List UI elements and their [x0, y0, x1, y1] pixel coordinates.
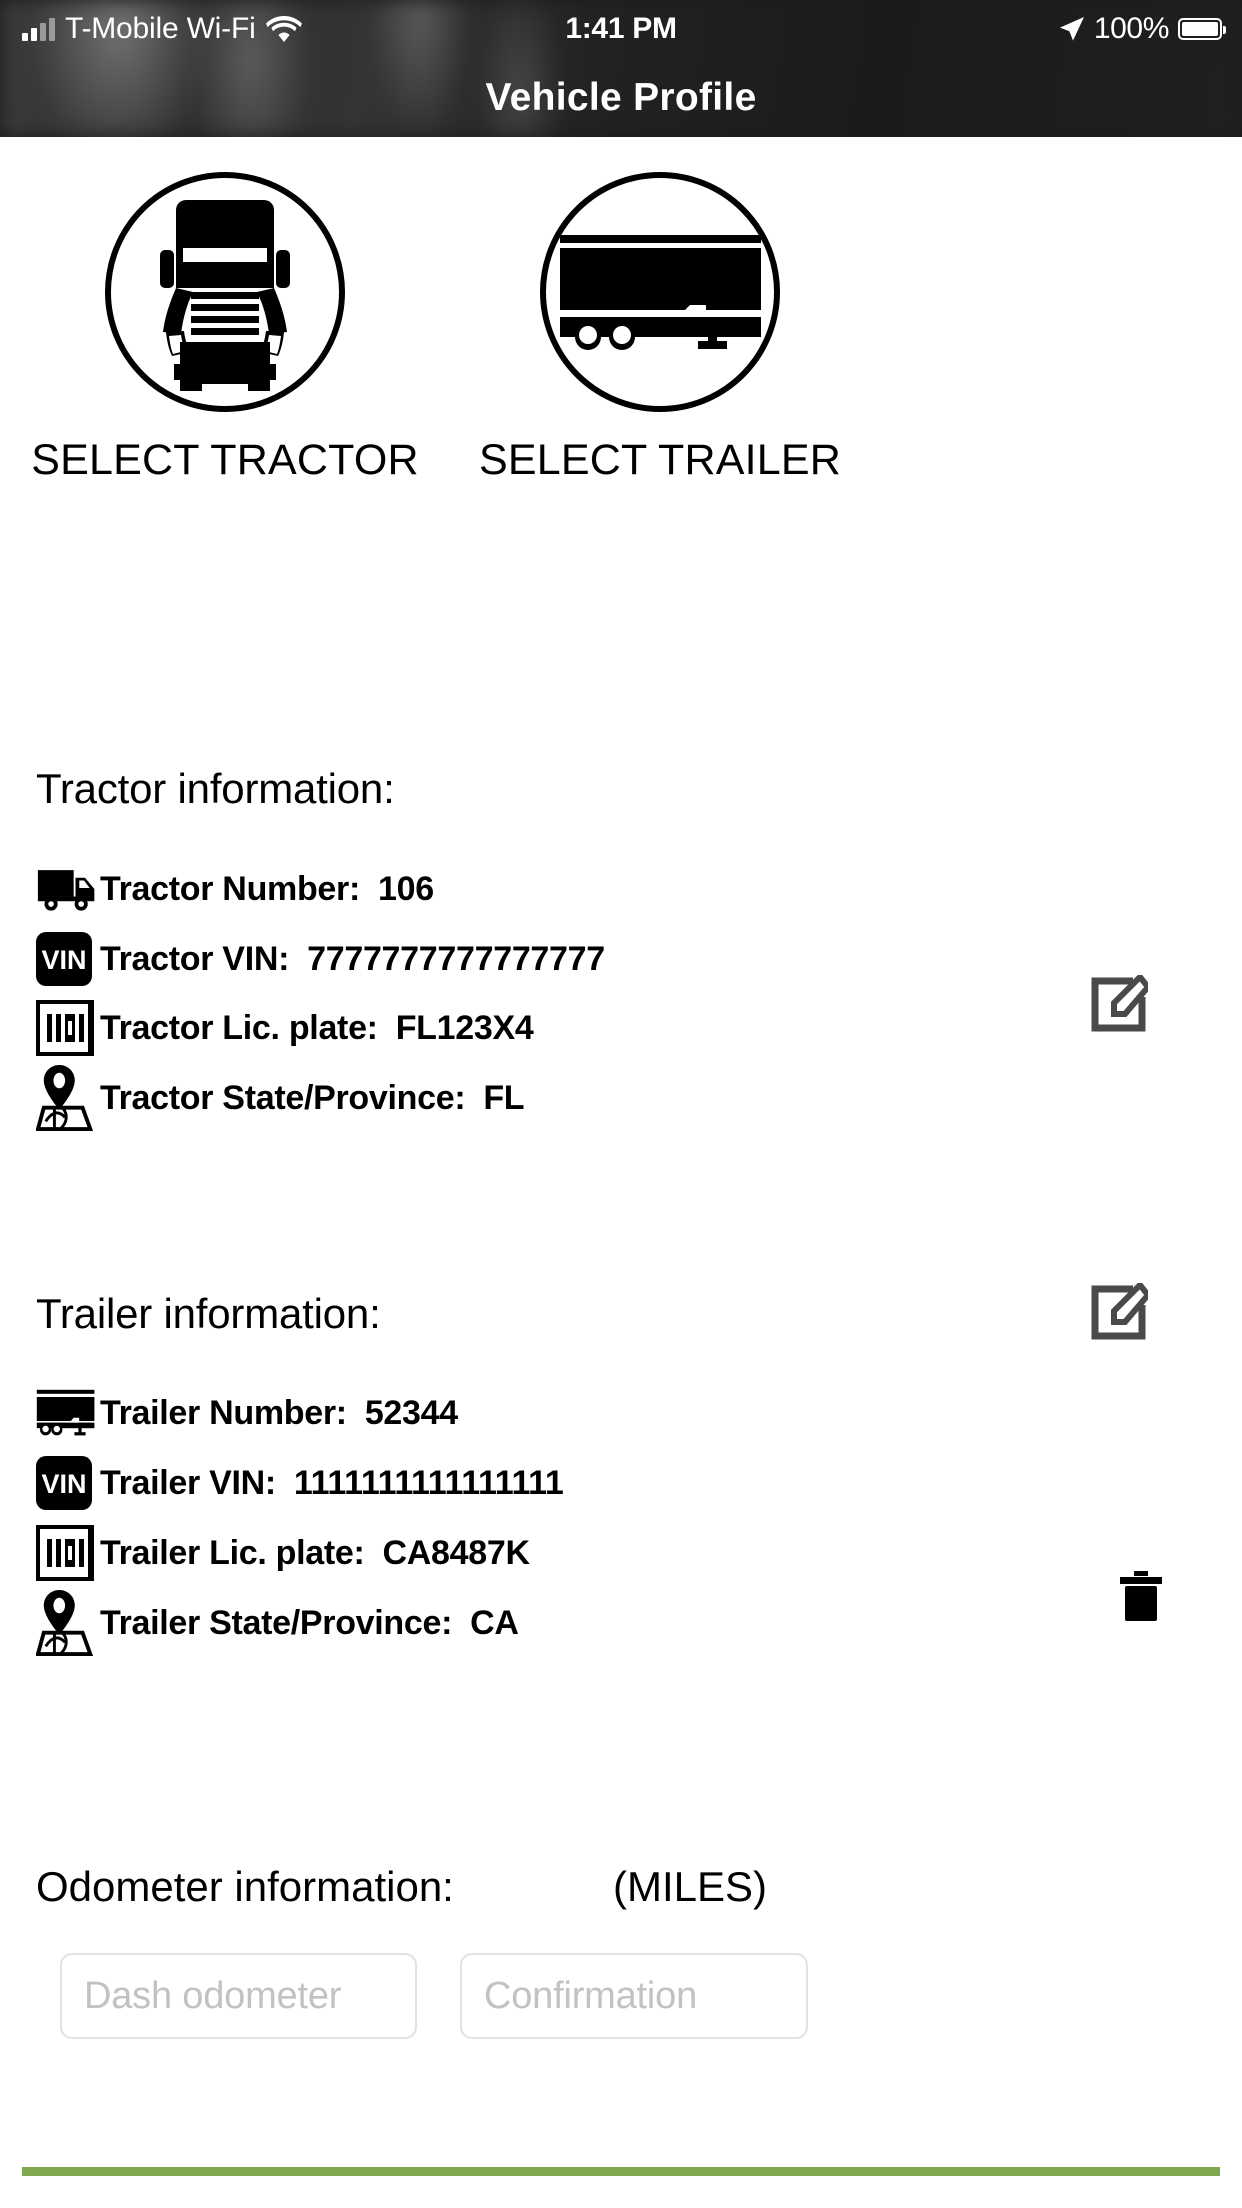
svg-text:VIN: VIN	[41, 1469, 86, 1499]
tractor-plate-value: FL123X4	[395, 1008, 534, 1047]
vehicle-selectors: SELECT TRACTOR SELECT TRAILER	[0, 137, 1242, 657]
trailer-side-icon	[558, 234, 763, 350]
tractor-plate-row: Tractor Lic. plate: FL123X4	[36, 997, 534, 1059]
trailer-plate-label: Trailer Lic. plate:	[100, 1533, 365, 1572]
dash-odometer-input[interactable]: Dash odometer	[60, 1953, 417, 2039]
trailer-number-value: 52344	[364, 1393, 458, 1432]
tractor-plate-label: Tractor Lic. plate:	[100, 1008, 378, 1047]
tractor-number-value: 106	[378, 869, 434, 908]
battery-full-icon	[1178, 18, 1226, 40]
select-trailer-label: SELECT TRAILER	[478, 436, 842, 484]
page-title: Vehicle Profile	[485, 75, 757, 119]
tractor-circle[interactable]	[105, 172, 345, 412]
trailer-vin-label: Trailer VIN:	[100, 1463, 276, 1502]
svg-text:VIN: VIN	[41, 945, 86, 975]
edit-tractor-button[interactable]	[1090, 975, 1148, 1033]
odometer-section-heading: Odometer information:	[36, 1863, 454, 1910]
license-plate-icon	[36, 999, 100, 1057]
odometer-unit-label: (MILES)	[613, 1863, 768, 1910]
trailer-vin-row: VIN Trailer VIN: 1111111111111111	[36, 1452, 564, 1514]
tractor-vin-row: VIN Tractor VIN: 7777777777777777	[36, 928, 605, 990]
map-pin-icon	[36, 1590, 100, 1656]
vehicle-profile-screen: T-Mobile Wi-Fi 1:41 PM 100% Vehicle Prof…	[0, 0, 1242, 2208]
vin-badge-icon: VIN	[36, 1454, 100, 1512]
status-bar-clock: 1:41 PM	[565, 12, 677, 45]
tractor-number-label: Tractor Number:	[100, 869, 360, 908]
edit-pencil-icon[interactable]	[1090, 975, 1148, 1033]
select-trailer-button[interactable]: SELECT TRAILER	[400, 137, 920, 485]
trailer-section-heading: Trailer information:	[36, 1290, 381, 1337]
status-bar: T-Mobile Wi-Fi 1:41 PM 100%	[0, 0, 1242, 58]
edit-pencil-icon[interactable]	[1090, 1283, 1148, 1341]
tractor-vin-label: Tractor VIN:	[100, 939, 290, 978]
trash-icon[interactable]	[1118, 1570, 1164, 1622]
delete-trailer-button[interactable]	[1118, 1570, 1164, 1622]
map-pin-icon	[36, 1065, 100, 1131]
confirmation-odometer-input[interactable]: Confirmation	[460, 1953, 808, 2039]
trailer-state-value: CA	[470, 1603, 519, 1642]
tractor-vin-value: 7777777777777777	[307, 939, 605, 978]
trailer-plate-value: CA8487K	[382, 1533, 531, 1572]
trailer-circle[interactable]	[540, 172, 780, 412]
truck-icon	[36, 860, 100, 918]
tractor-state-row: Tractor State/Province: FL	[36, 1065, 525, 1131]
trailer-number-row: Trailer Number: 52344	[36, 1382, 458, 1444]
tractor-section-heading: Tractor information:	[36, 765, 395, 812]
trailer-state-row: Trailer State/Province: CA	[36, 1590, 519, 1656]
location-arrow-icon	[1059, 16, 1085, 42]
tractor-front-icon	[150, 192, 300, 392]
dash-odometer-placeholder: Dash odometer	[84, 1974, 342, 2017]
tractor-number-row: Tractor Number: 106	[36, 858, 434, 920]
trailer-state-label: Trailer State/Province:	[100, 1603, 453, 1642]
trailer-number-label: Trailer Number:	[100, 1393, 347, 1432]
edit-trailer-button[interactable]	[1090, 1283, 1148, 1341]
tractor-state-value: FL	[483, 1078, 525, 1117]
trailer-icon	[36, 1384, 100, 1442]
battery-percent-label: 100%	[1093, 12, 1170, 45]
app-header: T-Mobile Wi-Fi 1:41 PM 100% Vehicle Prof…	[0, 0, 1242, 137]
trailer-vin-value: 1111111111111111	[293, 1463, 564, 1502]
trailer-plate-row: Trailer Lic. plate: CA8487K	[36, 1522, 530, 1584]
confirmation-odometer-placeholder: Confirmation	[484, 1974, 698, 2017]
vin-badge-icon: VIN	[36, 930, 100, 988]
license-plate-icon	[36, 1524, 100, 1582]
status-bar-right: 100%	[1059, 0, 1226, 58]
tractor-state-label: Tractor State/Province:	[100, 1078, 466, 1117]
bottom-accent-bar	[22, 2167, 1220, 2176]
